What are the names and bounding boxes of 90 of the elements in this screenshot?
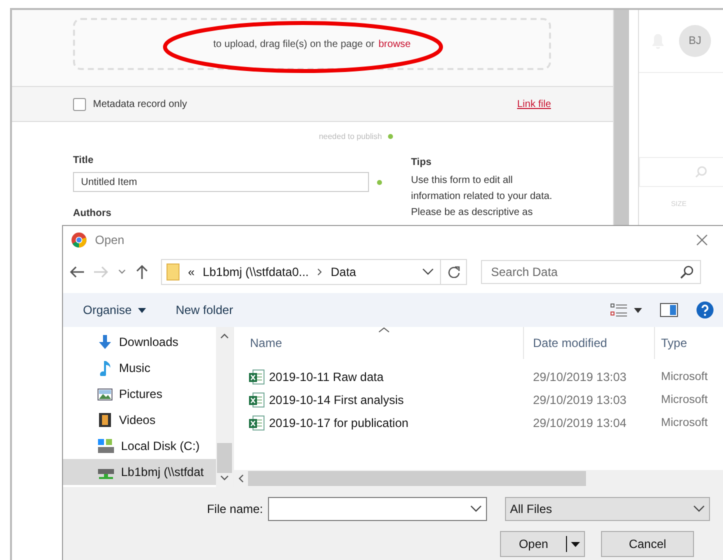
nav-item[interactable]: Local Disk (C:) [63, 433, 216, 459]
chevron-down-icon [117, 268, 127, 276]
required-dot [377, 180, 382, 184]
breadcrumb-item[interactable]: Data [330, 265, 356, 279]
scrollbar-thumb[interactable] [248, 471, 586, 486]
scrollbar-thumb[interactable] [217, 443, 232, 473]
caret-icon [138, 308, 146, 312]
file-name-field[interactable] [268, 497, 487, 521]
back-arrow-icon [69, 265, 85, 279]
preview-pane-button[interactable] [660, 303, 678, 317]
nav-item[interactable]: Music [63, 355, 216, 381]
close-icon [696, 234, 708, 246]
nav-item[interactable]: Videos [63, 407, 216, 433]
upload-hint: to upload, drag file(s) on the page or [213, 38, 374, 50]
date-cell-text: 29/10/2019 13:03 [532, 370, 628, 384]
music-note-icon [97, 360, 113, 376]
help-icon [696, 301, 714, 319]
nav-scrollbar[interactable] [216, 327, 233, 487]
sort-caret-icon [378, 327, 390, 333]
chevron-down-icon [422, 268, 434, 276]
upload-dropzone[interactable]: to upload, drag file(s) on the page or browse [73, 18, 551, 70]
picture-icon [97, 386, 113, 402]
dialog-title: Open [95, 233, 126, 247]
address-bar[interactable]: « Lb1bmj (\\stfdata0... Data [161, 259, 467, 285]
search-icon [680, 265, 694, 279]
browser-logo-icon [71, 232, 87, 248]
tips-text: Use this form to edit all information related to your data. Please be as descriptive as [411, 174, 554, 220]
overflow-chevron[interactable]: « [188, 265, 195, 279]
recent-locations-button[interactable] [117, 268, 127, 276]
organise-menu[interactable]: Organise [83, 303, 146, 317]
authors-label: Authors [73, 208, 112, 219]
horizontal-scrollbar[interactable] [234, 470, 723, 487]
required-dot [388, 134, 393, 139]
details-view-icon [610, 303, 628, 317]
new-folder-button[interactable]: New folder [176, 303, 234, 317]
preview-pane-icon [660, 303, 678, 317]
breadcrumb-item[interactable]: Lb1bmj (\\stfdata0... [202, 265, 309, 279]
spreadsheet-file-icon [248, 392, 265, 408]
search-icon [695, 166, 707, 178]
column-header[interactable]: Date modified [524, 327, 655, 359]
needed-to-publish-note: needed to publish [318, 132, 382, 141]
refresh-icon [448, 266, 460, 278]
scroll-down-icon [220, 475, 229, 481]
tips-heading: Tips [411, 156, 432, 170]
download-arrow-icon [97, 334, 113, 350]
search-field[interactable]: Search Data [481, 260, 701, 284]
chevron-down-icon [693, 505, 705, 513]
title-field[interactable]: Untitled Item [73, 172, 369, 192]
cancel-button[interactable]: Cancel [601, 531, 694, 557]
link-file-link[interactable]: Link file [517, 98, 551, 110]
folder-icon [166, 263, 180, 281]
metadata-checkbox[interactable] [73, 98, 86, 110]
type-cell-text: Microsoft [660, 370, 709, 382]
scroll-left-icon [238, 474, 244, 483]
disk-drive-icon [97, 438, 115, 454]
open-button[interactable]: Open [500, 531, 585, 557]
date-cell-text: 29/10/2019 13:04 [532, 416, 628, 430]
file-name-cell[interactable]: 2019-10-17 for publication [241, 414, 524, 430]
column-header[interactable]: Type [655, 327, 715, 359]
up-button[interactable] [135, 264, 149, 280]
help-button[interactable] [696, 301, 714, 319]
back-button[interactable] [69, 265, 85, 279]
breadcrumb-separator-icon [316, 268, 323, 276]
close-button[interactable] [696, 234, 708, 246]
browse-link[interactable]: browse [378, 38, 411, 50]
file-name-cell[interactable]: 2019-10-11 Raw data [241, 368, 524, 384]
forward-arrow-icon [93, 265, 109, 279]
date-cell-text: 29/10/2019 13:03 [532, 392, 628, 406]
type-cell-text: Microsoft [660, 394, 709, 406]
file-name-cell[interactable]: 2019-10-14 First analysis [241, 392, 524, 408]
chevron-down-icon [470, 505, 482, 513]
title-label: Title [73, 155, 94, 166]
nav-item[interactable]: Lb1bmj (\\stfdat [63, 459, 216, 485]
film-strip-icon [97, 412, 113, 428]
caret-icon [634, 308, 642, 312]
view-options-button[interactable] [610, 303, 642, 317]
spreadsheet-file-icon [248, 368, 265, 384]
file-type-dropdown[interactable]: All Files [505, 497, 710, 521]
file-name-label: File name: [206, 502, 263, 516]
column-header[interactable]: Name [241, 327, 524, 359]
sidebar-search-field[interactable] [639, 157, 723, 187]
metadata-label: Metadata record only [93, 98, 187, 110]
up-arrow-icon [135, 264, 149, 280]
nav-item[interactable]: Downloads [63, 329, 216, 355]
scroll-up-icon [220, 333, 229, 339]
nav-item[interactable]: Pictures [63, 381, 216, 407]
caret-icon [571, 542, 580, 546]
type-cell-text: Microsoft [660, 416, 709, 428]
spreadsheet-file-icon [248, 414, 265, 430]
user-avatar[interactable]: BJ [679, 25, 711, 57]
